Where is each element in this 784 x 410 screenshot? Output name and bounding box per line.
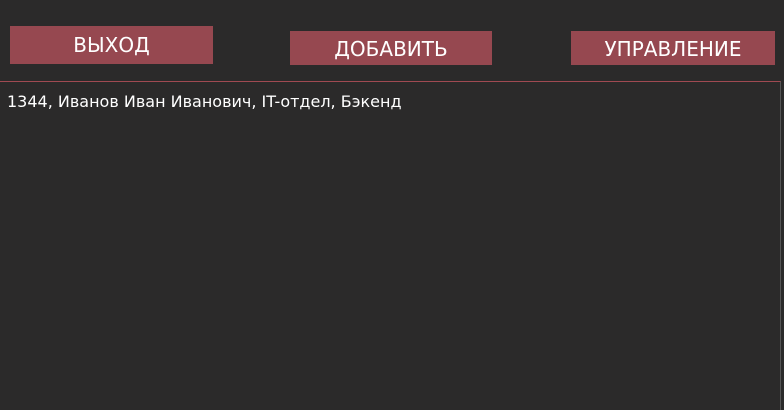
employee-list[interactable]: 1344, Иванов Иван Иванович, IT-отдел, Бэ… [0,81,781,410]
add-button[interactable]: ДОБАВИТЬ [290,31,492,65]
main-window: ВЫХОД ДОБАВИТЬ УПРАВЛЕНИЕ 1344, Иванов И… [0,0,784,410]
list-item[interactable]: 1344, Иванов Иван Иванович, IT-отдел, Бэ… [0,82,780,113]
exit-button[interactable]: ВЫХОД [10,26,213,64]
manage-button[interactable]: УПРАВЛЕНИЕ [571,31,775,65]
